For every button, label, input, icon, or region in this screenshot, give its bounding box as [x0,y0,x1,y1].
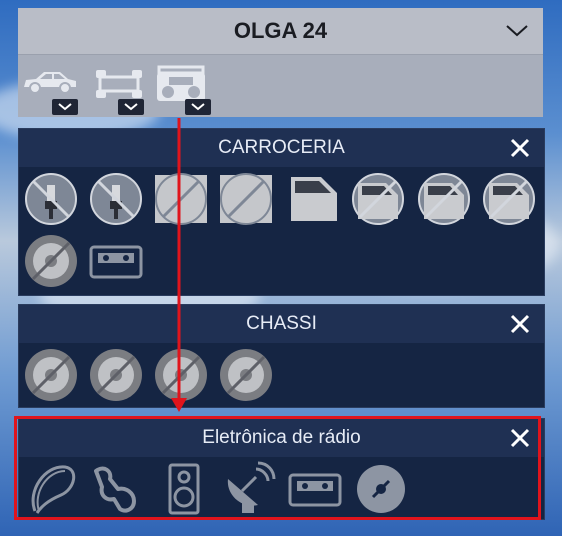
panel-icon [155,173,207,225]
part-slot-headlight[interactable] [23,171,79,227]
chevron-down-icon[interactable] [505,20,529,40]
panel-title: CARROCERIA [218,137,345,158]
category-dropdown[interactable] [52,99,78,115]
close-icon[interactable] [510,138,530,158]
highlight-box [14,416,541,520]
headlight-bulb-icon [90,173,142,225]
category-dropdown[interactable] [185,99,211,115]
wheel-icon [220,349,272,401]
part-slot-wheel[interactable] [153,347,209,403]
category-dropdown[interactable] [118,99,144,115]
door-icon [418,173,470,225]
category-radio[interactable] [155,63,215,115]
part-slot-door[interactable] [350,171,406,227]
door-icon [483,173,535,225]
door-icon [291,177,337,221]
part-slot-door[interactable] [416,171,472,227]
door-icon [352,173,404,225]
part-slot-headlight[interactable] [88,171,144,227]
part-slot-wheel[interactable] [88,347,144,403]
panel-chassi: CHASSI [18,304,545,408]
panel-carroceria: CARROCERIA [18,128,545,296]
vehicle-header[interactable]: OLGA 24 [18,8,543,55]
headlight-bulb-icon [25,173,77,225]
part-slot-door[interactable] [287,171,343,227]
part-slot-door[interactable] [481,171,537,227]
part-slot-panel[interactable] [218,171,274,227]
part-slot-wheel[interactable] [23,233,79,289]
wheel-icon [25,235,77,287]
part-slot-panel[interactable] [153,171,209,227]
wheel-icon [25,349,77,401]
chevron-down-icon [191,103,205,111]
wheel-icon [155,349,207,401]
panel-header: CHASSI [19,305,544,343]
cassette-icon [89,245,143,279]
car-body-icon [24,72,76,94]
category-chassis[interactable] [92,63,152,115]
panel-title: CHASSI [246,313,317,334]
chassis-icon [96,70,142,98]
panel-icon [220,173,272,225]
part-slot-wheel[interactable] [218,347,274,403]
chevron-down-icon [124,103,138,111]
vehicle-title: OLGA 24 [233,18,328,43]
part-slot-cassette[interactable] [88,233,144,289]
category-bar [18,55,543,117]
panel-header: CARROCERIA [19,129,544,167]
part-slot-wheel[interactable] [23,347,79,403]
category-car-body[interactable] [22,63,82,115]
wheel-icon [90,349,142,401]
close-icon[interactable] [510,314,530,334]
chevron-down-icon [58,103,72,111]
radio-icon [157,65,205,101]
